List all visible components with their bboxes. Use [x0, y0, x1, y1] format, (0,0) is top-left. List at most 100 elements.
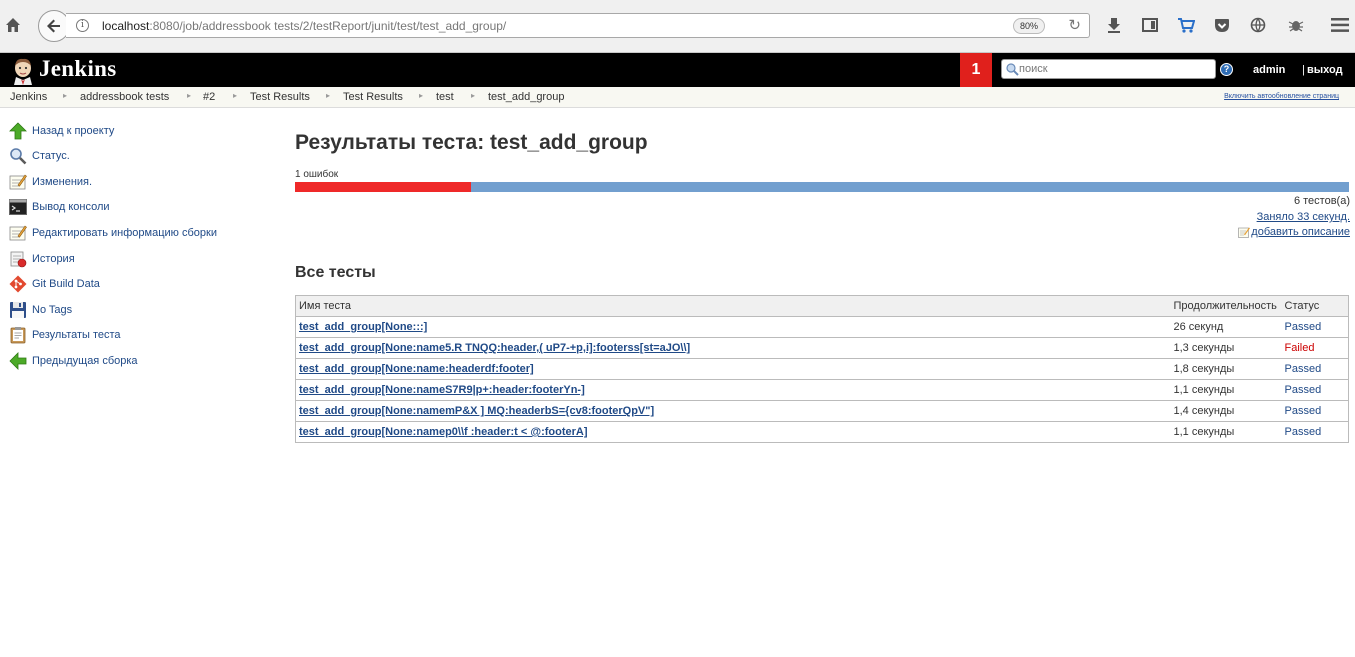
terminal-icon [9, 199, 27, 215]
test-name-link[interactable]: test_add_group[None:name5.R TNQQ:header,… [299, 342, 690, 354]
table-row: test_add_group[None:::] 26 секунд Passed [295, 316, 1349, 338]
sidebar-item-label: No Tags [32, 304, 73, 316]
search-icon [1006, 63, 1019, 76]
breadcrumb-test-results-junit[interactable]: Test Results [343, 91, 403, 103]
test-duration: 1,8 секунды [1170, 358, 1282, 380]
breadcrumb-arrow-icon[interactable]: ▸ [326, 91, 330, 100]
clipboard-icon [10, 327, 26, 344]
duration-link[interactable]: Заняло 33 секунд. [1257, 211, 1350, 223]
test-name-link[interactable]: test_add_group[None:::] [299, 321, 427, 333]
breadcrumb-job[interactable]: addressbook tests [80, 91, 169, 103]
breadcrumb-test[interactable]: test [436, 91, 454, 103]
test-duration: 1,1 секунды [1170, 421, 1282, 443]
sidebar-item-console[interactable]: Вывод консоли [9, 196, 110, 218]
test-status: Failed [1281, 337, 1349, 359]
table-row: test_add_group[None:namemP&X ] MQ:header… [295, 400, 1349, 422]
help-icon[interactable]: ? [1220, 63, 1233, 76]
sidebar-item-edit-build-info[interactable]: Редактировать информацию сборки [9, 222, 217, 244]
sidebar-item-label: Предыдущая сборка [32, 355, 138, 367]
logout-link[interactable]: выход [1307, 64, 1343, 76]
reader-view-icon[interactable] [1139, 13, 1161, 37]
bug-icon[interactable] [1285, 13, 1307, 37]
test-name-link[interactable]: test_add_group[None:namemP&X ] MQ:header… [299, 405, 654, 417]
test-result-bar [295, 182, 1349, 192]
breadcrumb-arrow-icon[interactable]: ▸ [233, 91, 237, 100]
hamburger-menu-icon[interactable] [1329, 13, 1351, 37]
pocket-icon[interactable] [1211, 13, 1233, 37]
globe-icon[interactable] [1247, 13, 1269, 37]
sidebar-item-label: Изменения. [32, 176, 93, 188]
info-icon[interactable]: i [76, 19, 89, 32]
reload-icon[interactable]: ↻ [1068, 16, 1081, 34]
sidebar-item-previous-build[interactable]: Предыдущая сборка [9, 350, 138, 372]
home-icon[interactable] [2, 13, 24, 37]
test-name-link[interactable]: test_add_group[None:namep0\\f :header:t … [299, 426, 588, 438]
breadcrumb-arrow-icon[interactable]: ▸ [419, 91, 423, 100]
breadcrumb-test-results[interactable]: Test Results [250, 91, 310, 103]
test-duration: 26 секунд [1170, 316, 1282, 338]
page-title: Результаты теста: test_add_group [295, 131, 648, 154]
sidebar-item-label: Статус. [32, 150, 70, 162]
up-arrow-icon [9, 122, 27, 140]
url-bar[interactable]: i localhost:8080/job/addressbook tests/2… [66, 13, 1090, 38]
table-row: test_add_group[None:name5.R TNQQ:header,… [295, 337, 1349, 359]
test-status: Passed [1281, 379, 1349, 401]
zoom-level[interactable]: 80% [1013, 18, 1045, 34]
app-title[interactable]: Jenkins [39, 56, 117, 82]
left-arrow-icon [9, 352, 27, 370]
sidebar-item-back-to-project[interactable]: Назад к проекту [9, 120, 114, 142]
column-header-test-name[interactable]: Имя теста [295, 295, 1171, 317]
url-host: localhost [102, 19, 150, 33]
sidebar-item-label: История [32, 253, 75, 265]
floppy-icon [10, 302, 26, 318]
breadcrumb-test-case[interactable]: test_add_group [488, 91, 564, 103]
test-duration: 1,4 секунды [1170, 400, 1282, 422]
test-result-bar-fail [295, 182, 471, 192]
sidebar-item-history[interactable]: История [9, 248, 75, 270]
search-box[interactable] [1001, 59, 1216, 79]
test-results-table: Имя теста Продолжительность Статус test_… [295, 295, 1349, 443]
url-text: localhost:8080/job/addressbook tests/2/t… [102, 19, 506, 33]
notification-badge[interactable]: 1 [960, 53, 992, 87]
sidebar-item-changes[interactable]: Изменения. [9, 171, 92, 193]
url-path: :8080/job/addressbook tests/2/testReport… [149, 19, 507, 33]
auto-refresh-link[interactable]: Включить автообновление страниц [1224, 93, 1339, 100]
section-title: Все тесты [295, 264, 376, 281]
sidebar-item-label: Назад к проекту [32, 125, 115, 137]
test-duration: 1,3 секунды [1170, 337, 1282, 359]
jenkins-header: Jenkins 1 ? admin | выход [0, 53, 1355, 87]
notepad-icon [9, 174, 27, 190]
breadcrumb-build[interactable]: #2 [203, 91, 215, 103]
column-header-status[interactable]: Статус [1281, 295, 1349, 317]
sidebar-item-label: Вывод консоли [32, 201, 110, 213]
cart-icon[interactable] [1175, 13, 1197, 37]
test-status: Passed [1281, 400, 1349, 422]
sidebar-item-label: Редактировать информацию сборки [32, 227, 217, 239]
edit-notepad-icon [9, 225, 27, 241]
add-description-button[interactable]: добавить описание [1238, 226, 1350, 238]
search-input[interactable] [1019, 62, 1209, 76]
breadcrumb: Jenkins ▸ addressbook tests ▸ #2 ▸ Test … [0, 87, 1355, 108]
test-name-link[interactable]: test_add_group[None:nameS7R9|p+:header:f… [299, 384, 585, 396]
sidebar-item-no-tags[interactable]: No Tags [9, 299, 72, 321]
history-icon [10, 251, 27, 268]
download-icon[interactable] [1103, 13, 1125, 37]
test-name-link[interactable]: test_add_group[None:name:headerdf:footer… [299, 363, 534, 375]
magnifier-icon [10, 148, 27, 165]
user-link[interactable]: admin [1253, 64, 1285, 76]
sidebar-item-status[interactable]: Статус. [9, 145, 70, 167]
jenkins-butler-logo-icon[interactable] [11, 57, 35, 85]
breadcrumb-jenkins[interactable]: Jenkins [10, 91, 47, 103]
column-header-duration[interactable]: Продолжительность [1170, 295, 1282, 317]
sidebar-item-git-build-data[interactable]: Git Build Data [9, 273, 100, 295]
sidebar-item-label: Git Build Data [32, 278, 100, 290]
fail-summary: 1 ошибок [295, 169, 339, 180]
table-header-row: Имя теста Продолжительность Статус [295, 295, 1349, 317]
breadcrumb-arrow-icon[interactable]: ▸ [63, 91, 67, 100]
breadcrumb-arrow-icon[interactable]: ▸ [187, 91, 191, 100]
test-status: Passed [1281, 421, 1349, 443]
test-duration: 1,1 секунды [1170, 379, 1282, 401]
edit-notepad-icon [1238, 227, 1251, 238]
breadcrumb-arrow-icon[interactable]: ▸ [471, 91, 475, 100]
sidebar-item-test-results[interactable]: Результаты теста [9, 324, 121, 346]
